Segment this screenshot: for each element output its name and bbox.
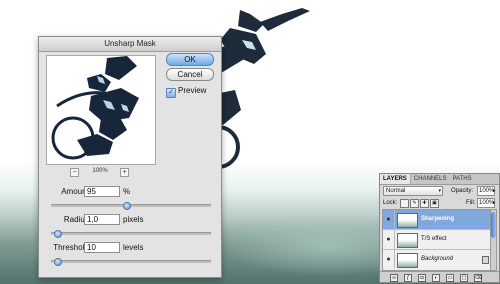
- unsharp-mask-dialog: Unsharp Mask − 100% + OK Cancel ✓ Previe…: [38, 36, 222, 278]
- threshold-input[interactable]: 10: [84, 242, 120, 253]
- layer-row-ts-effect[interactable]: ● T/S effect: [383, 230, 493, 250]
- preview-label: Preview: [178, 86, 207, 95]
- radius-slider-thumb[interactable]: [54, 230, 63, 238]
- zoom-level: 100%: [92, 168, 108, 174]
- eye-icon[interactable]: ●: [383, 230, 395, 249]
- blend-mode-value: Normal: [386, 188, 406, 194]
- lock-label: Lock:: [383, 200, 398, 206]
- opacity-arrow-icon[interactable]: ▸: [493, 186, 496, 196]
- tab-paths[interactable]: PATHS: [449, 174, 474, 184]
- zoom-in-button[interactable]: +: [120, 168, 129, 177]
- lock-fill-row: Lock: ✎ ✚ ▣ Fill: 100% ▸: [383, 198, 496, 208]
- opacity-label: Opacity:: [451, 188, 474, 194]
- threshold-slider-track[interactable]: [51, 258, 211, 266]
- tab-channels[interactable]: CHANNELS: [411, 174, 450, 184]
- radius-unit: pixels: [123, 215, 144, 224]
- radius-input[interactable]: 1,0: [84, 214, 120, 225]
- chevron-down-icon: ▾: [438, 188, 441, 194]
- layer-row-background[interactable]: ● Background: [383, 250, 493, 269]
- blend-mode-select[interactable]: Normal ▾: [383, 186, 443, 196]
- radius-slider-track[interactable]: [51, 230, 211, 238]
- dialog-title: Unsharp Mask: [39, 37, 221, 52]
- amount-slider-track[interactable]: [51, 202, 211, 210]
- lock-all-icon[interactable]: ▣: [430, 199, 439, 208]
- mask-icon[interactable]: ◘: [418, 274, 426, 282]
- panel-tabs: LAYERS CHANNELS PATHS: [380, 174, 499, 185]
- lock-transparent-icon[interactable]: [400, 199, 409, 208]
- preview-area[interactable]: [46, 55, 156, 165]
- blend-opacity-row: Normal ▾ Opacity: 100% ▸: [383, 186, 496, 196]
- layer-name: T/S effect: [421, 236, 447, 242]
- lock-pixels-icon[interactable]: ✎: [410, 199, 419, 208]
- layer-thumbnail: [397, 213, 418, 228]
- lock-icon: [482, 256, 489, 264]
- amount-slider-thumb[interactable]: [123, 202, 132, 210]
- preview-zoom-bar: − 100% +: [46, 167, 154, 177]
- eye-icon[interactable]: ●: [383, 210, 395, 229]
- layer-name: Sharpening: [421, 216, 455, 222]
- layer-row-sharpening[interactable]: ● Sharpening: [383, 210, 493, 230]
- fill-arrow-icon[interactable]: ▸: [493, 198, 496, 208]
- threshold-slider-thumb[interactable]: [54, 258, 63, 266]
- preview-checkbox-row[interactable]: ✓ Preview: [166, 86, 207, 98]
- fx-icon[interactable]: ƒ: [404, 274, 412, 282]
- folder-icon[interactable]: ▭: [446, 274, 454, 282]
- amount-input[interactable]: 95: [84, 186, 120, 197]
- layer-thumbnail: [397, 253, 418, 268]
- layers-scrollbar[interactable]: [490, 209, 497, 271]
- scrollbar-thumb[interactable]: [491, 212, 496, 238]
- ok-button[interactable]: OK: [166, 53, 214, 66]
- trash-icon[interactable]: ⌫: [474, 274, 482, 282]
- checkmark-icon[interactable]: ✓: [166, 88, 176, 98]
- fill-label: Fill:: [466, 200, 476, 206]
- threshold-unit: levels: [123, 243, 144, 252]
- preview-image: [47, 56, 155, 164]
- new-layer-icon[interactable]: ▢: [460, 274, 468, 282]
- lock-position-icon[interactable]: ✚: [420, 199, 429, 208]
- link-icon[interactable]: ∞: [390, 274, 398, 282]
- cancel-button[interactable]: Cancel: [166, 68, 214, 81]
- tab-layers[interactable]: LAYERS: [380, 174, 411, 184]
- layer-name: Background: [421, 256, 454, 262]
- layer-list: ● Sharpening ● T/S effect ● Background: [382, 209, 494, 271]
- eye-icon[interactable]: ●: [383, 250, 395, 269]
- layer-thumbnail: [397, 233, 418, 248]
- amount-unit: %: [123, 187, 131, 196]
- adjustment-icon[interactable]: ◐: [432, 274, 440, 282]
- layers-panel: LAYERS CHANNELS PATHS Normal ▾ Opacity: …: [379, 173, 500, 283]
- layers-footer: ∞ ƒ ◘ ◐ ▭ ▢ ⌫: [380, 271, 499, 282]
